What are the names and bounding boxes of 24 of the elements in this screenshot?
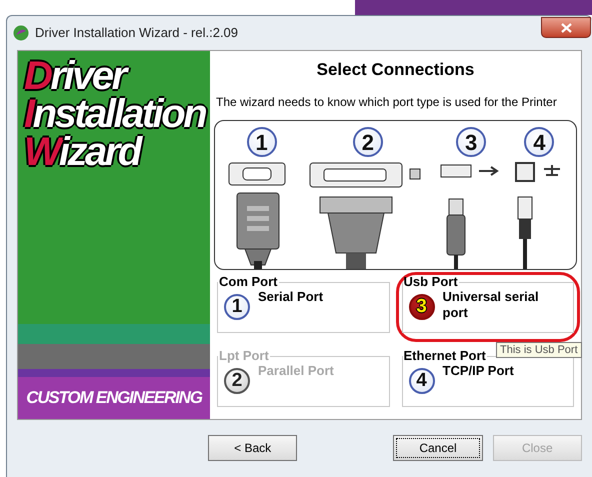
number-badge: 3 (408, 294, 434, 320)
tooltip: This is Usb Port (496, 342, 582, 358)
group-label: Lpt Port (218, 349, 270, 363)
number-badge: 1 (246, 127, 277, 157)
number-badge: 3 (456, 127, 486, 157)
port-label: TCP/IP Port (442, 363, 515, 379)
logo-text: Installation (24, 95, 206, 133)
logo-text: Wizard (24, 133, 140, 171)
port-label: Parallel Port (258, 363, 335, 379)
number-badge: 4 (408, 368, 434, 394)
description-text: The wizard needs to know which port type is used for the Printer (215, 95, 558, 110)
group-label: Com Port (218, 275, 278, 289)
group-label: Ethernet Port (402, 349, 487, 363)
group-label: Usb Port (402, 275, 459, 289)
port-label: Serial Port (258, 289, 324, 305)
number-badge: 4 (524, 127, 554, 157)
window-title: Driver Installation Wizard - rel.:2.09 (35, 24, 238, 42)
number-badge: 1 (224, 294, 250, 320)
number-badge: 2 (224, 368, 250, 394)
page-heading: Select Connections (316, 60, 474, 79)
company-name: CUSTOM ENGINEERING (26, 387, 202, 410)
port-label: Universal serial port (442, 289, 540, 321)
logo-text: Driver (24, 57, 125, 95)
number-badge: 2 (352, 127, 383, 157)
